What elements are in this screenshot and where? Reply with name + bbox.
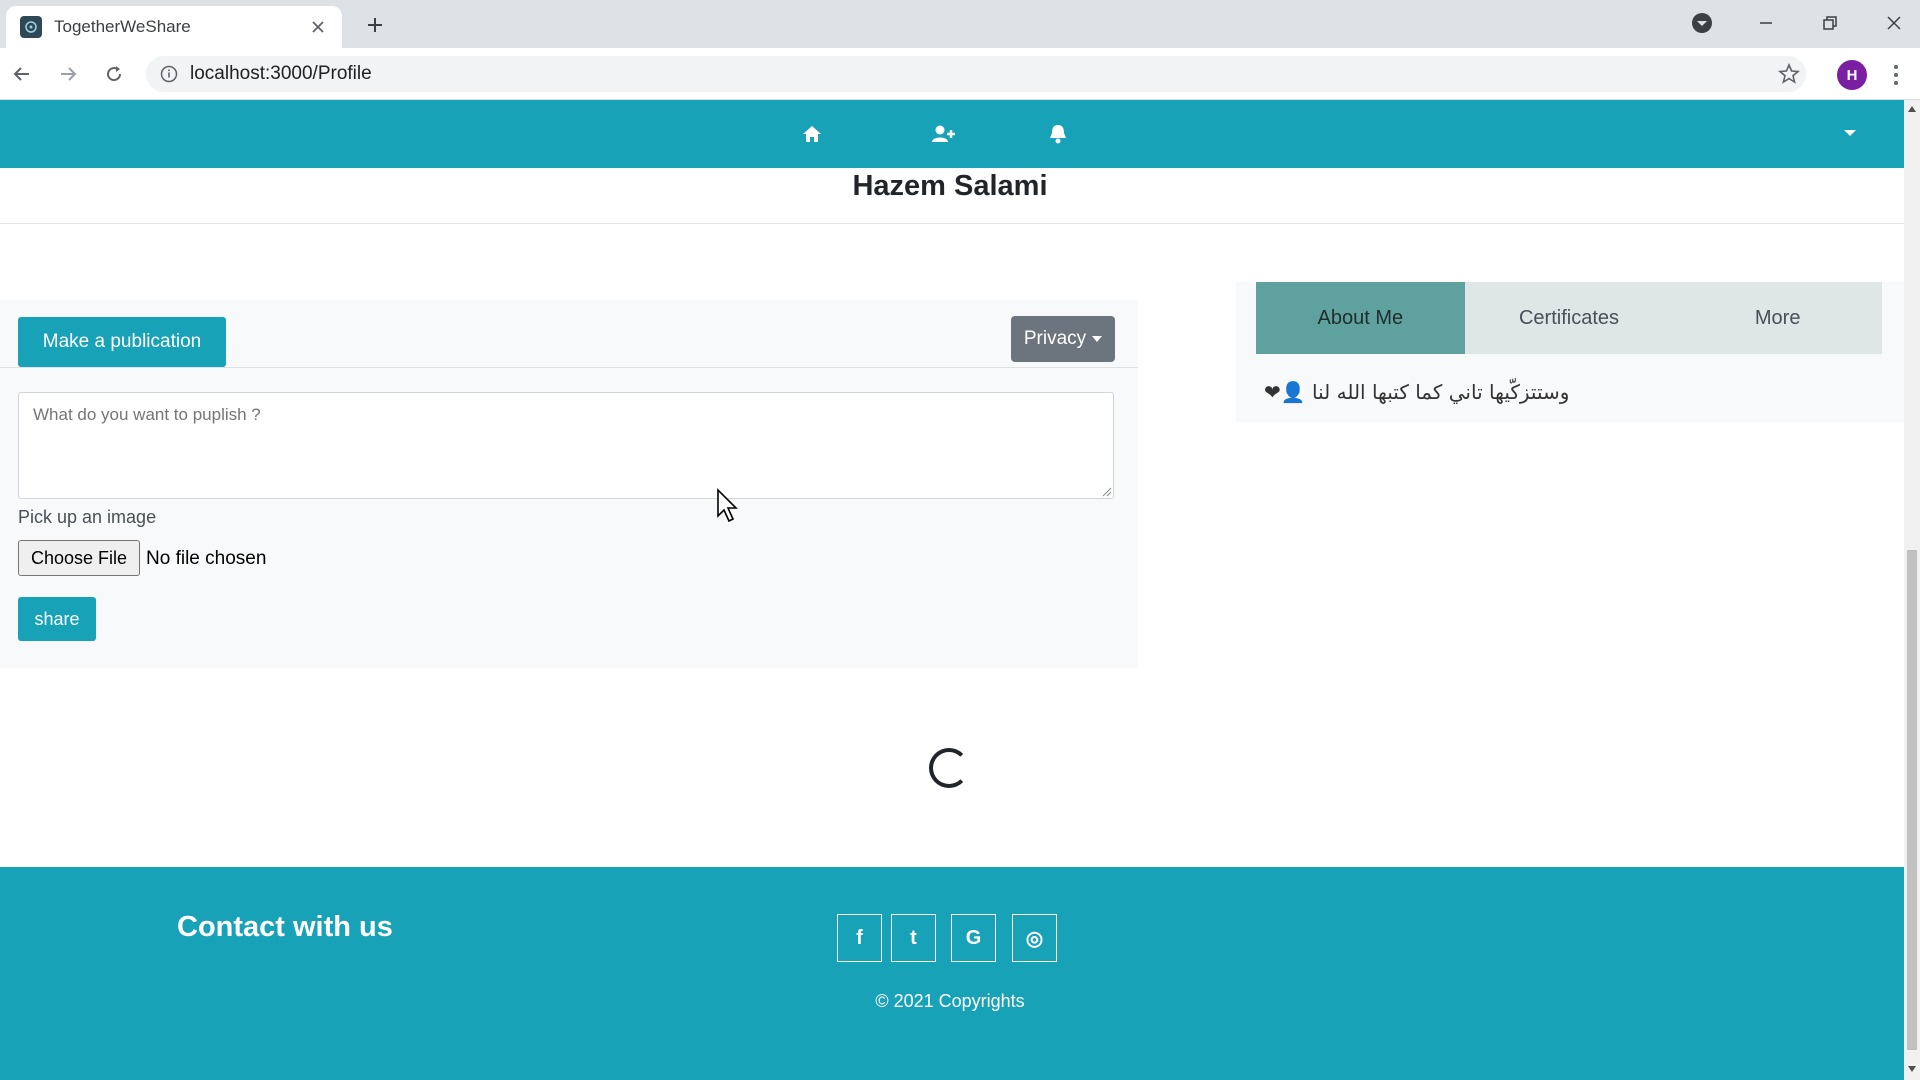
minimize-icon[interactable] xyxy=(1748,8,1784,38)
resize-handle-icon[interactable] xyxy=(1100,484,1112,497)
scroll-down-icon[interactable] xyxy=(1908,1066,1916,1072)
pick-image-label: Pick up an image xyxy=(18,507,157,527)
instagram-icon[interactable]: ◎ xyxy=(1012,914,1057,962)
user-plus-icon[interactable] xyxy=(929,120,957,148)
back-icon[interactable] xyxy=(6,58,38,90)
privacy-dropdown-button[interactable]: Privacy xyxy=(1011,316,1115,362)
loading-spinner-icon xyxy=(929,748,969,788)
address-bar[interactable]: localhost:3000/Profile xyxy=(146,56,1806,92)
reload-icon[interactable] xyxy=(98,58,130,90)
about-card: About Me Certificates More وستتزكّيها تا… xyxy=(1236,282,1904,422)
tab-more[interactable]: More xyxy=(1673,282,1882,354)
browser-tab-strip: TogetherWeShare xyxy=(0,0,1920,48)
tab-title: TogetherWeShare xyxy=(54,17,191,36)
mouse-cursor-icon xyxy=(716,488,742,529)
browser-tab[interactable]: TogetherWeShare xyxy=(6,6,342,48)
browser-toolbar: localhost:3000/Profile H xyxy=(0,48,1920,100)
profile-avatar[interactable]: H xyxy=(1837,60,1867,90)
page-scrollbar[interactable] xyxy=(1904,100,1920,1080)
publication-card: Make a publication Privacy Pick up an im… xyxy=(0,300,1138,668)
account-dropdown-icon[interactable] xyxy=(1844,130,1856,136)
footer: Contact with us f t G ◎ © 2021 Copyright… xyxy=(0,867,1904,1080)
page-content: Hazem Salami Make a publication Privacy … xyxy=(0,100,1904,1080)
make-publication-button[interactable]: Make a publication xyxy=(18,317,226,367)
profile-name: Hazem Salami xyxy=(852,170,1048,202)
about-tabs: About Me Certificates More xyxy=(1256,282,1882,354)
scroll-thumb[interactable] xyxy=(1907,550,1917,1050)
tab-close-icon[interactable] xyxy=(306,15,330,39)
bookmark-star-icon[interactable] xyxy=(1777,62,1801,90)
browser-media-icon[interactable] xyxy=(1684,8,1720,38)
tab-certificates[interactable]: Certificates xyxy=(1465,282,1674,354)
restore-icon[interactable] xyxy=(1812,8,1848,38)
privacy-label: Privacy xyxy=(1023,328,1087,349)
close-window-icon[interactable] xyxy=(1876,8,1912,38)
google-icon[interactable]: G xyxy=(951,914,996,962)
info-icon[interactable] xyxy=(160,65,178,83)
file-status-text: No file chosen xyxy=(146,548,267,569)
caret-down-icon xyxy=(1092,336,1103,342)
copyright-text: © 2021 Copyrights xyxy=(875,991,1025,1011)
footer-title: Contact with us xyxy=(177,911,393,943)
forward-icon[interactable] xyxy=(52,58,84,90)
browser-menu-icon[interactable] xyxy=(1886,62,1906,88)
about-bio-text: وستتزكّيها تاني كما كتبها الله لنا 👤❤ xyxy=(1264,380,1570,404)
url-text: localhost:3000/Profile xyxy=(190,63,372,84)
twitter-icon[interactable]: t xyxy=(891,914,936,962)
share-button[interactable]: share xyxy=(18,597,96,641)
new-tab-icon[interactable] xyxy=(360,10,390,40)
home-icon[interactable] xyxy=(798,120,826,148)
tab-about-me[interactable]: About Me xyxy=(1256,282,1465,354)
scroll-up-icon[interactable] xyxy=(1908,106,1916,112)
divider xyxy=(0,223,1904,224)
top-navbar xyxy=(0,100,1904,168)
choose-file-button[interactable]: Choose File xyxy=(18,540,140,576)
bell-icon[interactable] xyxy=(1044,120,1072,148)
publication-textarea[interactable] xyxy=(18,392,1114,499)
site-favicon-icon xyxy=(20,16,42,38)
publication-card-header: Make a publication Privacy xyxy=(0,300,1138,368)
facebook-icon[interactable]: f xyxy=(837,914,882,962)
